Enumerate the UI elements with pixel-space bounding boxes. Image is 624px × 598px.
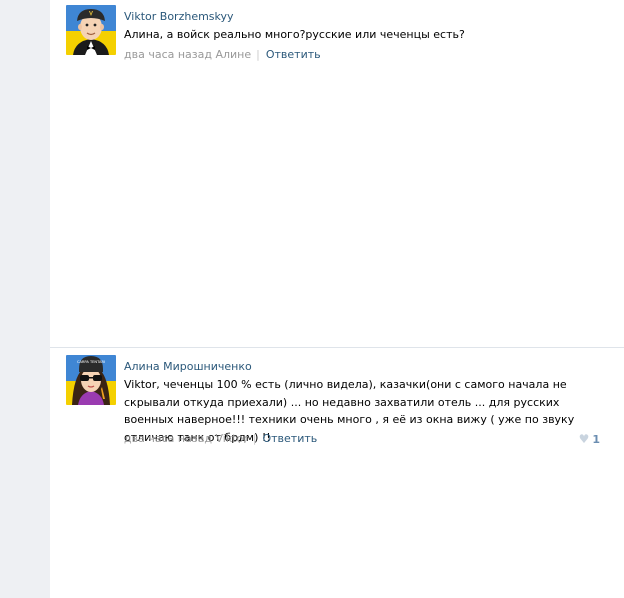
comment-time[interactable]: два часа назад Viktor [124, 432, 248, 445]
comment-text: Алина, а войск реально много?русские или… [124, 28, 465, 41]
like-count: 1 [592, 433, 600, 446]
comment-author[interactable]: Алина Мирошниченко [124, 360, 252, 374]
comment-divider [50, 347, 624, 348]
comment-meta: два часа назад Viktor | Ответить [124, 432, 317, 446]
meta-separator: | [252, 432, 257, 445]
comment-meta: два часа назад Алине | Ответить [124, 48, 321, 62]
left-gutter [0, 0, 50, 598]
avatar[interactable]: CARPA TENTARI [66, 355, 116, 405]
comment-item: Viktor Borzhemskyy Алина, а войск реальн… [66, 5, 606, 65]
reply-link[interactable]: Ответить [266, 48, 321, 61]
meta-separator: | [256, 48, 260, 61]
heart-icon: ♥ [578, 432, 590, 446]
comment-time[interactable]: два часа назад Алине [124, 48, 251, 61]
reply-link[interactable]: Ответить [262, 432, 317, 445]
comment-author[interactable]: Viktor Borzhemskyy [124, 10, 234, 24]
avatar[interactable] [66, 5, 116, 55]
like-button[interactable]: ♥ 1 [579, 432, 600, 447]
comment-item: CARPA TENTARI Алина Мирошниченко Viktor,… [66, 355, 606, 455]
avatar-badge: CARPA TENTARI [77, 360, 105, 364]
